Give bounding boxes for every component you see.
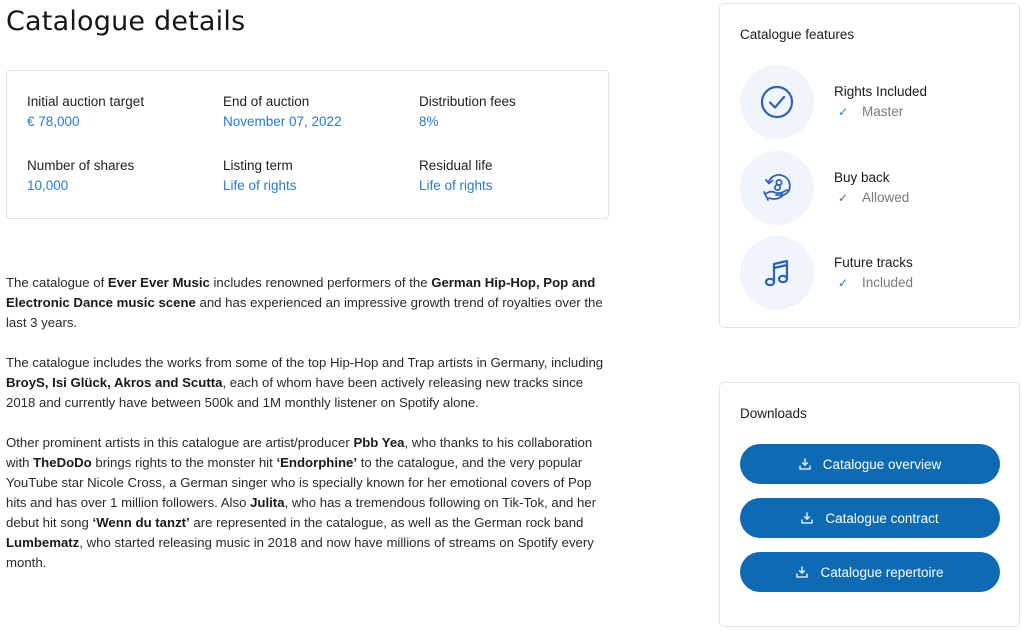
info-label: Distribution fees xyxy=(419,94,516,109)
info-label: Initial auction target xyxy=(27,94,145,109)
download-icon xyxy=(801,512,813,524)
catalogue-info-box: Initial auction target € 78,000 End of a… xyxy=(6,70,609,219)
text-run: , who started releasing music in 2018 an… xyxy=(6,535,594,570)
info-label: Listing term xyxy=(223,158,293,173)
info-value: November 07, 2022 xyxy=(223,114,342,129)
emphasized-text: ‘Endorphine’ xyxy=(276,455,358,470)
page-title: Catalogue details xyxy=(6,6,246,37)
info-value: 8% xyxy=(419,114,439,129)
feature-future-tracks: Future tracks ✓ Included xyxy=(740,236,1010,310)
text-run: brings rights to the monster hit xyxy=(91,455,277,470)
download-icon xyxy=(799,458,811,470)
feature-title: Rights Included xyxy=(834,84,928,99)
info-value: Life of rights xyxy=(419,178,493,193)
feature-status: ✓ Allowed xyxy=(838,190,909,205)
download-icon xyxy=(796,566,809,578)
emphasized-text: ‘Wenn du tanzt’ xyxy=(92,515,190,530)
info-item-number-of-shares: Number of shares 10,000 xyxy=(27,157,223,195)
info-item-distribution-fees: Distribution fees 8% xyxy=(419,93,615,131)
feature-buy-back: Buy back ✓ Allowed xyxy=(740,151,1010,225)
description-paragraph: The catalogue of Ever Ever Music include… xyxy=(6,273,610,333)
feature-title: Buy back xyxy=(834,170,890,185)
emphasized-text: BroyS, Isi Glück, Akros and Scutta xyxy=(6,375,223,390)
downloads-card: Downloads Catalogue overview Catalogue c… xyxy=(719,382,1020,627)
feature-icon-circle xyxy=(740,236,814,310)
info-item-initial-auction-target: Initial auction target € 78,000 xyxy=(27,93,223,131)
text-run: Other prominent artists in this catalogu… xyxy=(6,435,354,450)
checkmark-icon: ✓ xyxy=(838,275,849,290)
emphasized-text: Ever Ever Music xyxy=(107,275,210,290)
feature-status: ✓ Included xyxy=(838,275,913,290)
catalogue-features-card: Catalogue features Rights Included ✓ Mas… xyxy=(719,3,1020,328)
info-item-residual-life: Residual life Life of rights xyxy=(419,157,615,195)
info-grid: Initial auction target € 78,000 End of a… xyxy=(27,93,615,195)
info-label: End of auction xyxy=(223,94,310,109)
description-paragraph: Other prominent artists in this catalogu… xyxy=(6,433,610,573)
catalogue-description: The catalogue of Ever Ever Music include… xyxy=(6,273,610,593)
feature-value: Included xyxy=(862,275,914,290)
text-run: The catalogue of xyxy=(6,275,108,290)
emphasized-text: TheDoDo xyxy=(33,455,92,470)
feature-icon-circle xyxy=(740,151,814,225)
info-value: 10,000 xyxy=(27,178,69,193)
emphasized-text: Lumbematz xyxy=(6,535,80,550)
info-label: Residual life xyxy=(419,158,493,173)
text-run: includes renowned performers of the xyxy=(209,275,432,290)
feature-status: ✓ Master xyxy=(838,104,903,119)
buy-back-icon xyxy=(763,174,791,201)
button-label: Catalogue contract xyxy=(825,510,939,526)
emphasized-text: Julita xyxy=(250,495,285,510)
info-value: Life of rights xyxy=(223,178,297,193)
feature-value: Master xyxy=(862,104,904,119)
info-item-end-of-auction: End of auction November 07, 2022 xyxy=(223,93,419,131)
feature-rights-included: Rights Included ✓ Master xyxy=(740,65,1010,139)
description-paragraph: The catalogue includes the works from so… xyxy=(6,353,610,413)
download-catalogue-contract-button[interactable]: Catalogue contract xyxy=(740,498,1000,538)
check-circle-icon xyxy=(760,85,794,119)
download-catalogue-repertoire-button[interactable]: Catalogue repertoire xyxy=(740,552,1000,592)
button-label: Catalogue overview xyxy=(822,456,942,472)
info-item-listing-term: Listing term Life of rights xyxy=(223,157,419,195)
features-title: Catalogue features xyxy=(740,27,855,42)
feature-value: Allowed xyxy=(862,190,910,205)
text-run: are represented in the catalogue, as wel… xyxy=(189,515,584,530)
emphasized-text: Pbb Yea xyxy=(353,435,405,450)
text-run: The catalogue includes the works from so… xyxy=(6,355,604,370)
info-value: € 78,000 xyxy=(27,114,80,129)
download-catalogue-overview-button[interactable]: Catalogue overview xyxy=(740,444,1000,484)
button-label: Catalogue repertoire xyxy=(820,564,944,580)
checkmark-icon: ✓ xyxy=(838,190,849,205)
info-label: Number of shares xyxy=(27,158,135,173)
feature-title: Future tracks xyxy=(834,255,913,270)
checkmark-icon: ✓ xyxy=(838,104,849,119)
downloads-title: Downloads xyxy=(740,406,807,421)
music-note-icon xyxy=(764,259,789,287)
feature-icon-circle xyxy=(740,65,814,139)
